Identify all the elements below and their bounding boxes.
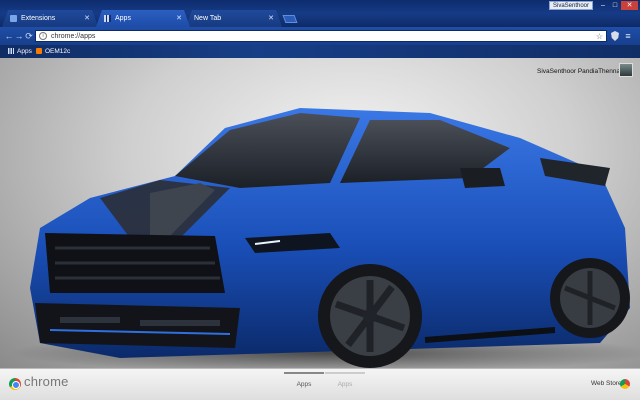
profile-chip[interactable]: SivaSenthoor <box>549 1 593 10</box>
bookmarks-bar: Apps OEM12c <box>0 45 640 58</box>
bookmark-label: Apps <box>17 48 32 55</box>
car-mirror <box>460 168 505 188</box>
back-button[interactable]: ← <box>4 30 14 42</box>
bookmark-star-icon[interactable]: ☆ <box>596 31 603 42</box>
new-tab-button[interactable] <box>282 15 298 23</box>
chrome-logo-icon <box>9 378 21 390</box>
car-wallpaper <box>10 108 640 368</box>
puzzle-icon <box>10 15 17 22</box>
bookmark-apps[interactable]: Apps <box>8 45 32 58</box>
minimize-button[interactable]: – <box>597 1 609 10</box>
front-hub <box>363 309 377 323</box>
tab-apps[interactable]: Apps ✕ <box>96 10 190 27</box>
apps-grid-icon <box>104 15 111 22</box>
menu-button[interactable]: ≡ <box>622 30 634 42</box>
tab-extensions[interactable]: Extensions ✕ <box>2 10 98 27</box>
apps-grid-icon <box>8 48 14 55</box>
tab-close-icon[interactable]: ✕ <box>84 10 90 27</box>
bumper-vents <box>60 317 220 326</box>
forward-button[interactable]: → <box>14 30 24 42</box>
close-window-button[interactable]: ✕ <box>621 1 638 10</box>
tab-close-icon[interactable]: ✕ <box>268 10 274 27</box>
address-bar[interactable]: i chrome://apps ☆ <box>35 30 607 42</box>
bookmark-label: OEM12c <box>45 48 71 55</box>
tab-new-tab[interactable]: New Tab ✕ <box>186 10 282 27</box>
bookmark-oem12c[interactable]: OEM12c <box>36 45 70 58</box>
apps-page: SivaSenthoor PandiaThennavan <box>0 58 640 368</box>
title-bar: Extensions ✕ New Tab ✕ Apps ✕ SivaSentho… <box>0 0 640 27</box>
toolbar: ← → ⟳ i chrome://apps ☆ ≡ <box>0 27 640 45</box>
reload-button[interactable]: ⟳ <box>24 30 34 42</box>
tab-label: New Tab <box>194 15 222 22</box>
user-name: SivaSenthoor PandiaThennavan <box>537 68 631 75</box>
web-store-link[interactable]: Web Store <box>591 380 622 387</box>
blogger-icon <box>36 48 42 55</box>
tab-label: Apps <box>115 15 131 22</box>
extension-shield-icon[interactable] <box>611 31 619 41</box>
tab-label: Extensions <box>21 15 56 22</box>
page-tab-apps-1[interactable]: Apps <box>284 372 324 396</box>
web-store-icon[interactable] <box>620 379 630 389</box>
maximize-button[interactable]: □ <box>609 1 621 10</box>
tab-close-icon[interactable]: ✕ <box>176 10 182 27</box>
page-tab-apps-2[interactable]: Apps <box>325 372 365 396</box>
info-icon[interactable]: i <box>39 32 47 40</box>
url-text[interactable]: chrome://apps <box>51 31 95 42</box>
chrome-wordmark: chrome <box>24 374 69 389</box>
avatar[interactable] <box>619 63 633 77</box>
bottom-bar: chrome Apps Apps Web Store <box>0 368 640 400</box>
